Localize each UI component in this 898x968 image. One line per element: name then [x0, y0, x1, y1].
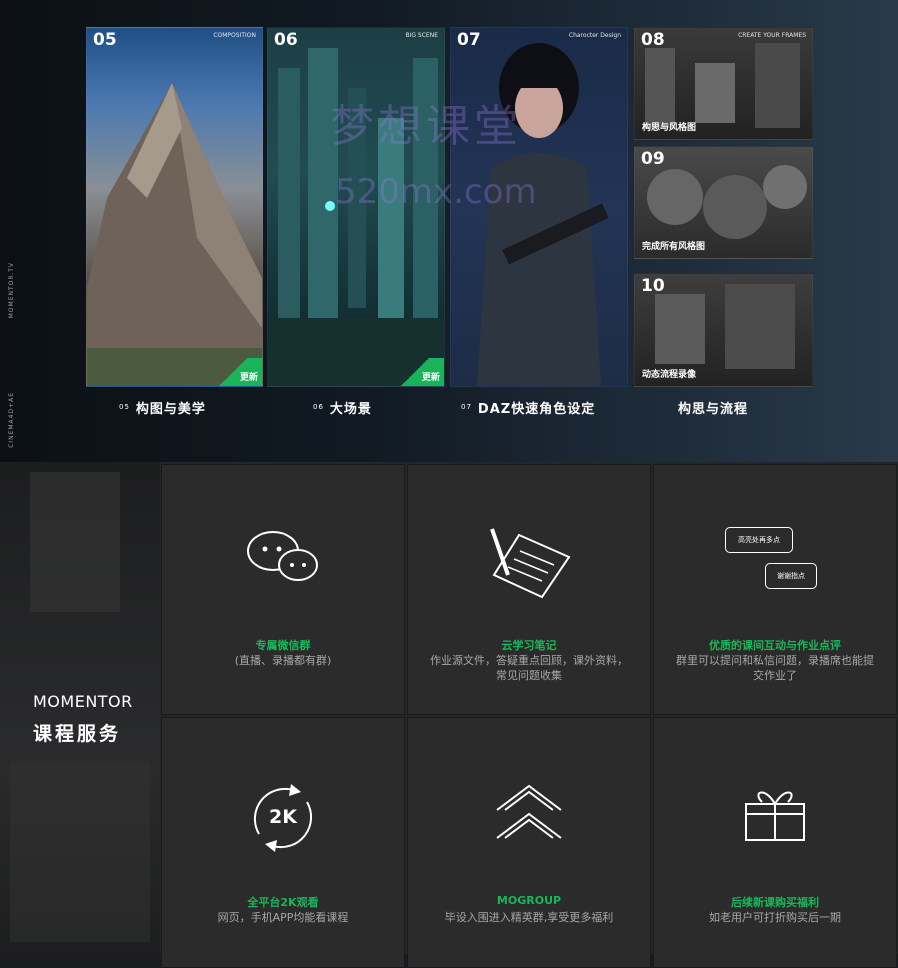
service-cloud-notes: 云学习笔记 作业源文件，答疑重点回顾，课外资料，常见问题收集	[407, 464, 651, 715]
side-software-text: CINEMA4D+AE	[8, 392, 15, 448]
2k-label: 2K	[269, 806, 297, 828]
card-number: 10	[641, 276, 665, 296]
card-tag: BIG SCENE	[405, 32, 438, 39]
service-desc: 群里可以提问和私信问题，录播席也能提交作业了	[676, 654, 874, 682]
caption-character-design: 07 DAZ快速角色设定	[461, 402, 596, 417]
course-card-frames[interactable]: 08 CREATE YOUR FRAMES 构思与风格图	[634, 27, 813, 140]
card-number: 09	[641, 149, 665, 169]
service-title: 优质的课间互动与作业点评	[709, 639, 841, 652]
service-title: 云学习笔记	[501, 639, 557, 652]
card-label: 完成所有风格图	[642, 242, 706, 252]
brand-panel: MOMENTOR 课程服务	[0, 462, 160, 954]
card-tag: CREATE YOUR FRAMES	[738, 32, 806, 39]
caption-workflow: 构思与流程	[678, 402, 749, 417]
watermark-title: 梦想课堂	[330, 101, 522, 152]
course-card-workflow[interactable]: 10 动态流程录像	[634, 273, 813, 387]
caption-big-scene: 06 大场景	[313, 402, 372, 417]
service-desc: 如老用户可打折购买后一期	[709, 911, 841, 924]
gift-icon	[745, 791, 805, 841]
course-card-style-frames[interactable]: 09 完成所有风格图	[634, 146, 813, 259]
card-number: 07	[457, 30, 481, 50]
mountain-image	[87, 83, 262, 386]
update-badge: 更新	[204, 358, 262, 386]
card-label: 动态流程录像	[642, 370, 697, 380]
service-2k-playback: 2K 全平台2K观看 网页，手机APP均能看课程	[161, 717, 405, 968]
card-number: 05	[93, 30, 117, 50]
course-gallery: MOMENTOR.TV CINEMA4D+AE 05 COMPOSITION 更…	[0, 0, 898, 462]
brand-subtitle: 课程服务	[33, 723, 122, 745]
card-tag: COMPOSITION	[213, 32, 256, 39]
update-badge: 更新	[386, 358, 444, 386]
card-number: 06	[274, 30, 298, 50]
caption-composition: 05 构图与美学	[119, 402, 206, 417]
chat-bubble-2: 谢谢指点	[765, 563, 817, 589]
service-wechat-group: 专属微信群 (直播、录播都有群)	[161, 464, 405, 715]
service-desc: 网页，手机APP均能看课程	[217, 911, 349, 924]
chevrons-up-icon	[496, 784, 562, 839]
watermark-url: 520mx.com	[335, 172, 537, 212]
service-title: MOGROUP	[496, 894, 562, 907]
notes-icon	[490, 528, 571, 599]
service-title: 专属微信群	[255, 639, 311, 652]
service-desc: (直播、录播都有群)	[234, 654, 332, 667]
service-interaction-review: 高亮处再多点 谢谢指点 优质的课间互动与作业点评 群里可以提问和私信问题，录播席…	[653, 464, 897, 715]
side-brand-text: MOMENTOR.TV	[8, 262, 15, 319]
course-services: MOMENTOR 课程服务 专属微信群 (直播、录播都有群) 云学习笔记 作业源…	[0, 462, 898, 968]
service-title: 后续新课购买福利	[731, 896, 819, 909]
chat-bubbles-icon: 高亮处再多点 谢谢指点	[725, 527, 825, 597]
brand-title: MOMENTOR	[33, 692, 133, 711]
service-desc: 毕设入围进入精英群,享受更多福利	[444, 911, 614, 924]
refresh-2k-icon: 2K	[245, 780, 321, 856]
service-future-discount: 后续新课购买福利 如老用户可打折购买后一期	[653, 717, 897, 968]
service-mogroup: MOGROUP 毕设入围进入精英群,享受更多福利	[407, 717, 651, 968]
wechat-icon	[247, 531, 318, 581]
course-card-composition[interactable]: 05 COMPOSITION 更新	[86, 27, 263, 387]
card-tag: Charocter Design	[568, 32, 621, 39]
service-title: 全平台2K观看	[247, 896, 319, 909]
service-desc: 作业源文件，答疑重点回顾，课外资料，常见问题收集	[430, 654, 628, 682]
chat-bubble-1: 高亮处再多点	[725, 527, 793, 553]
card-number: 08	[641, 30, 665, 50]
card-label: 构思与风格图	[642, 123, 697, 133]
